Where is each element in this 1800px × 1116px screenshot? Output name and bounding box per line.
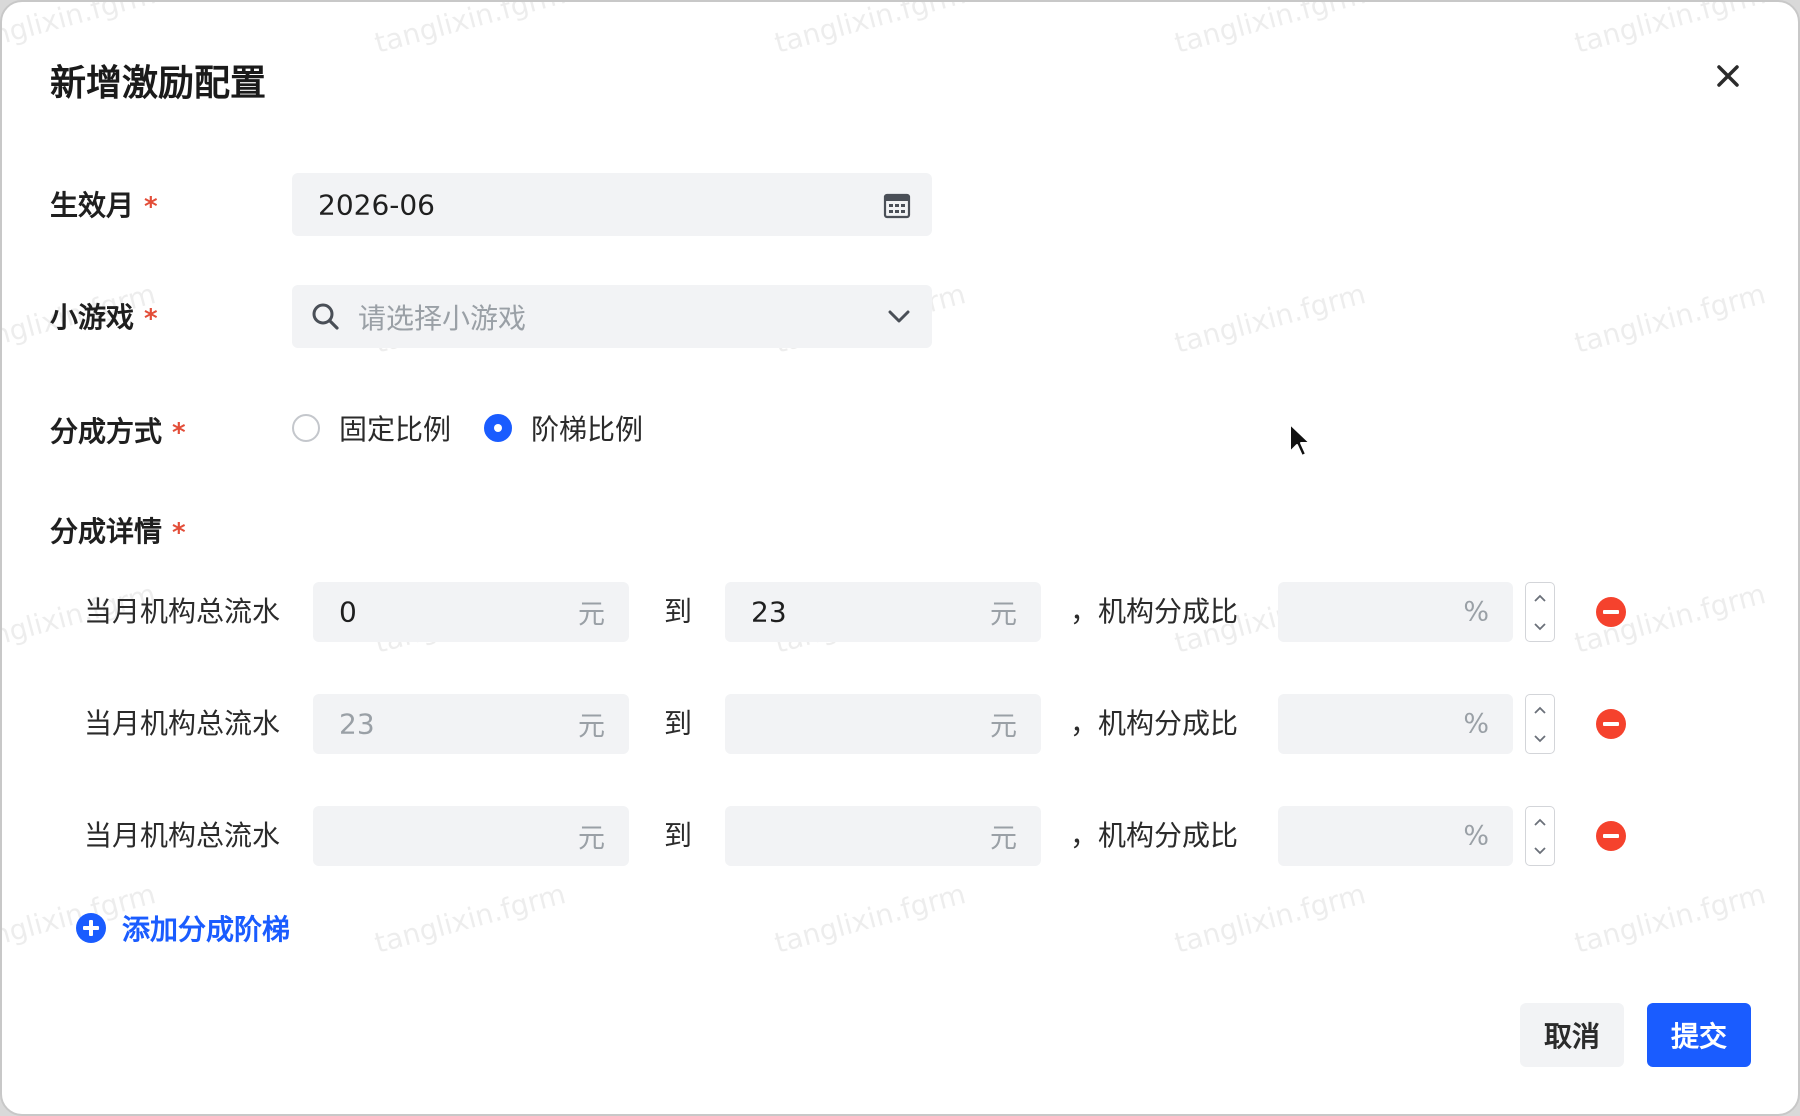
watermark: tanglixin.fgrm <box>0 0 160 60</box>
tier-from-input[interactable]: 0 元 <box>313 582 629 642</box>
required-mark: * <box>172 418 186 448</box>
watermark: tanglixin.fgrm <box>371 0 570 60</box>
tier-from-input[interactable]: 23 元 <box>313 694 629 754</box>
remove-tier-icon[interactable] <box>1596 821 1626 851</box>
add-tier-button[interactable]: 添加分成阶梯 <box>76 908 290 948</box>
chevron-up-icon <box>1534 706 1546 714</box>
watermark: tanglixin.fgrm <box>1571 877 1770 960</box>
required-mark: * <box>144 192 158 222</box>
tier-from-input[interactable]: 元 <box>313 806 629 866</box>
tier-prefix: 当月机构总流水 <box>84 707 281 740</box>
search-icon <box>312 303 339 330</box>
tier-ratio-input[interactable]: % <box>1278 582 1513 642</box>
chevron-down-icon <box>1534 734 1546 742</box>
remove-tier-icon[interactable] <box>1596 709 1626 739</box>
split-details-label-text: 分成详情 <box>50 515 163 548</box>
watermark: tanglixin.fgrm <box>771 0 970 60</box>
to-text: 到 <box>664 595 693 628</box>
ratio-stepper[interactable] <box>1525 806 1555 866</box>
stepper-up-button[interactable] <box>1526 695 1554 724</box>
stepper-up-button[interactable] <box>1526 807 1554 836</box>
ratio-text: ，机构分成比 <box>1070 707 1239 740</box>
to-text: 到 <box>664 707 693 740</box>
tier-to-value: 23 <box>751 595 787 629</box>
tier-from-placeholder: 23 <box>339 707 375 741</box>
effective-month-label-text: 生效月 <box>50 189 135 222</box>
yuan-unit: 元 <box>990 823 1017 855</box>
stepper-down-button[interactable] <box>1526 836 1554 865</box>
watermark: tanglixin.fgrm <box>371 877 570 960</box>
watermark: tanglixin.fgrm <box>771 877 970 960</box>
ratio-text: ，机构分成比 <box>1070 595 1239 628</box>
ratio-stepper[interactable] <box>1525 582 1555 642</box>
mouse-cursor-icon <box>1289 423 1311 457</box>
chevron-down-icon <box>1534 846 1546 854</box>
split-method-label-text: 分成方式 <box>50 415 163 448</box>
mini-game-label-text: 小游戏 <box>50 301 135 334</box>
yuan-unit: 元 <box>578 599 605 631</box>
stepper-up-button[interactable] <box>1526 583 1554 612</box>
watermark: tanglixin.fgrm <box>1171 0 1370 60</box>
calendar-icon[interactable] <box>882 190 912 220</box>
tier-prefix: 当月机构总流水 <box>84 819 281 852</box>
tier-prefix: 当月机构总流水 <box>84 595 281 628</box>
effective-month-picker[interactable]: 2026-06 <box>292 173 932 236</box>
yuan-unit: 元 <box>990 711 1017 743</box>
watermark: tanglixin.fgrm <box>1571 277 1770 360</box>
split-details-label: 分成详情 * <box>50 510 186 550</box>
watermark: tanglixin.fgrm <box>1571 0 1770 60</box>
chevron-down-icon <box>1534 622 1546 630</box>
dialog-title: 新增激励配置 <box>50 63 267 104</box>
tier-to-input[interactable]: 元 <box>725 806 1041 866</box>
effective-month-label: 生效月 * <box>50 184 158 224</box>
mini-game-select[interactable]: 请选择小游戏 <box>292 285 932 348</box>
submit-button[interactable]: 提交 <box>1647 1003 1751 1067</box>
split-method-label: 分成方式 * <box>50 410 186 450</box>
close-button[interactable] <box>1710 58 1746 94</box>
tier-ratio-input[interactable]: % <box>1278 806 1513 866</box>
radio-fixed-ratio[interactable] <box>292 414 320 442</box>
add-tier-label: 添加分成阶梯 <box>122 913 291 946</box>
tier-to-input[interactable]: 元 <box>725 694 1041 754</box>
radio-fixed-ratio-label[interactable]: 固定比例 <box>339 408 451 448</box>
chevron-up-icon <box>1534 594 1546 602</box>
incentive-config-dialog: tanglixin.fgrm tanglixin.fgrm tanglixin.… <box>0 0 1800 1116</box>
mini-game-placeholder: 请选择小游戏 <box>358 301 527 335</box>
mini-game-label: 小游戏 * <box>50 296 158 336</box>
percent-unit: % <box>1463 596 1489 628</box>
to-text: 到 <box>664 819 693 852</box>
percent-unit: % <box>1463 820 1489 852</box>
tier-ratio-input[interactable]: % <box>1278 694 1513 754</box>
watermark: tanglixin.fgrm <box>1171 277 1370 360</box>
yuan-unit: 元 <box>578 823 605 855</box>
cancel-button[interactable]: 取消 <box>1520 1003 1624 1067</box>
tier-to-input[interactable]: 23 元 <box>725 582 1041 642</box>
chevron-down-icon <box>888 310 910 323</box>
effective-month-value: 2026-06 <box>318 188 435 221</box>
tier-from-value: 0 <box>339 595 357 629</box>
stepper-down-button[interactable] <box>1526 724 1554 753</box>
close-icon <box>1717 65 1739 87</box>
yuan-unit: 元 <box>578 711 605 743</box>
required-mark: * <box>172 518 186 548</box>
percent-unit: % <box>1463 708 1489 740</box>
stepper-down-button[interactable] <box>1526 612 1554 641</box>
ratio-text: ，机构分成比 <box>1070 819 1239 852</box>
radio-tiered-ratio[interactable] <box>484 414 512 442</box>
ratio-stepper[interactable] <box>1525 694 1555 754</box>
chevron-up-icon <box>1534 818 1546 826</box>
radio-tiered-ratio-label[interactable]: 阶梯比例 <box>531 408 643 448</box>
remove-tier-icon[interactable] <box>1596 597 1626 627</box>
watermark: tanglixin.fgrm <box>1171 877 1370 960</box>
required-mark: * <box>144 304 158 334</box>
yuan-unit: 元 <box>990 599 1017 631</box>
plus-circle-icon <box>76 913 106 943</box>
